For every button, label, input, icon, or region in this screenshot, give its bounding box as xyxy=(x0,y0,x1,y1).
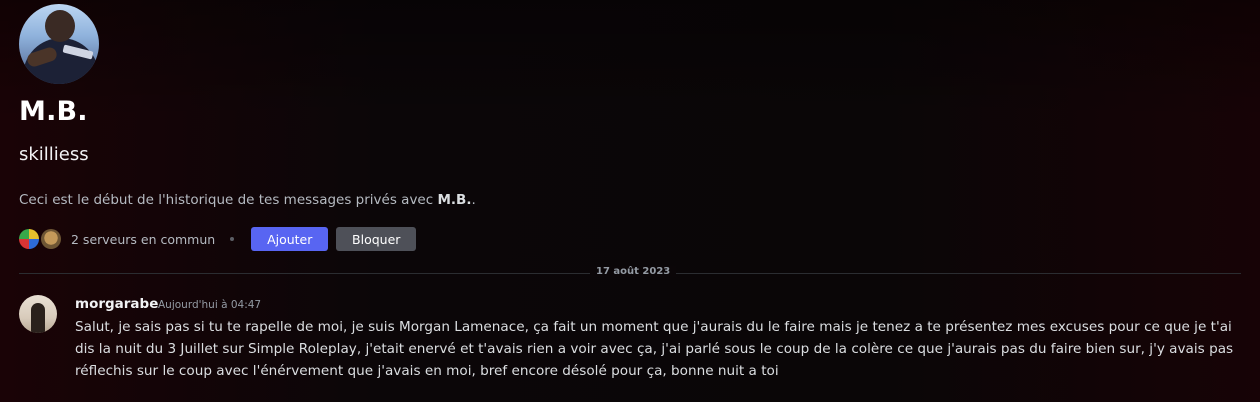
message-author-avatar[interactable] xyxy=(19,295,57,333)
date-divider-label: 17 août 2023 xyxy=(590,266,677,277)
dm-intro-text: Ceci est le début de l'historique de tes… xyxy=(19,192,476,208)
add-friend-button[interactable]: Ajouter xyxy=(251,227,329,251)
mutual-servers-row: 2 serveurs en commun Ajouter Bloquer xyxy=(19,227,417,251)
profile-avatar[interactable] xyxy=(19,4,99,84)
separator-dot xyxy=(230,237,235,241)
avatar-head-shape xyxy=(45,10,75,42)
message-content: Salut, je sais pas si tu te rapelle de m… xyxy=(75,319,1234,379)
message-timestamp: Aujourd'hui à 04:47 xyxy=(158,299,262,311)
dm-intro-name: M.B. xyxy=(437,192,472,208)
mutual-servers-link[interactable]: 2 serveurs en commun xyxy=(71,232,215,247)
block-button[interactable]: Bloquer xyxy=(336,227,417,251)
message-author-name[interactable]: morgarabe xyxy=(75,296,158,312)
profile-display-name: M.B. xyxy=(19,96,88,127)
server-icon[interactable] xyxy=(19,229,39,249)
server-icon[interactable] xyxy=(41,229,61,249)
dm-intro-suffix: . xyxy=(471,192,476,208)
dm-intro-prefix: Ceci est le début de l'historique de tes… xyxy=(19,192,438,208)
background-shade xyxy=(0,0,1260,120)
avatar-figure-shape xyxy=(31,303,45,333)
profile-username: skilliess xyxy=(19,144,89,165)
